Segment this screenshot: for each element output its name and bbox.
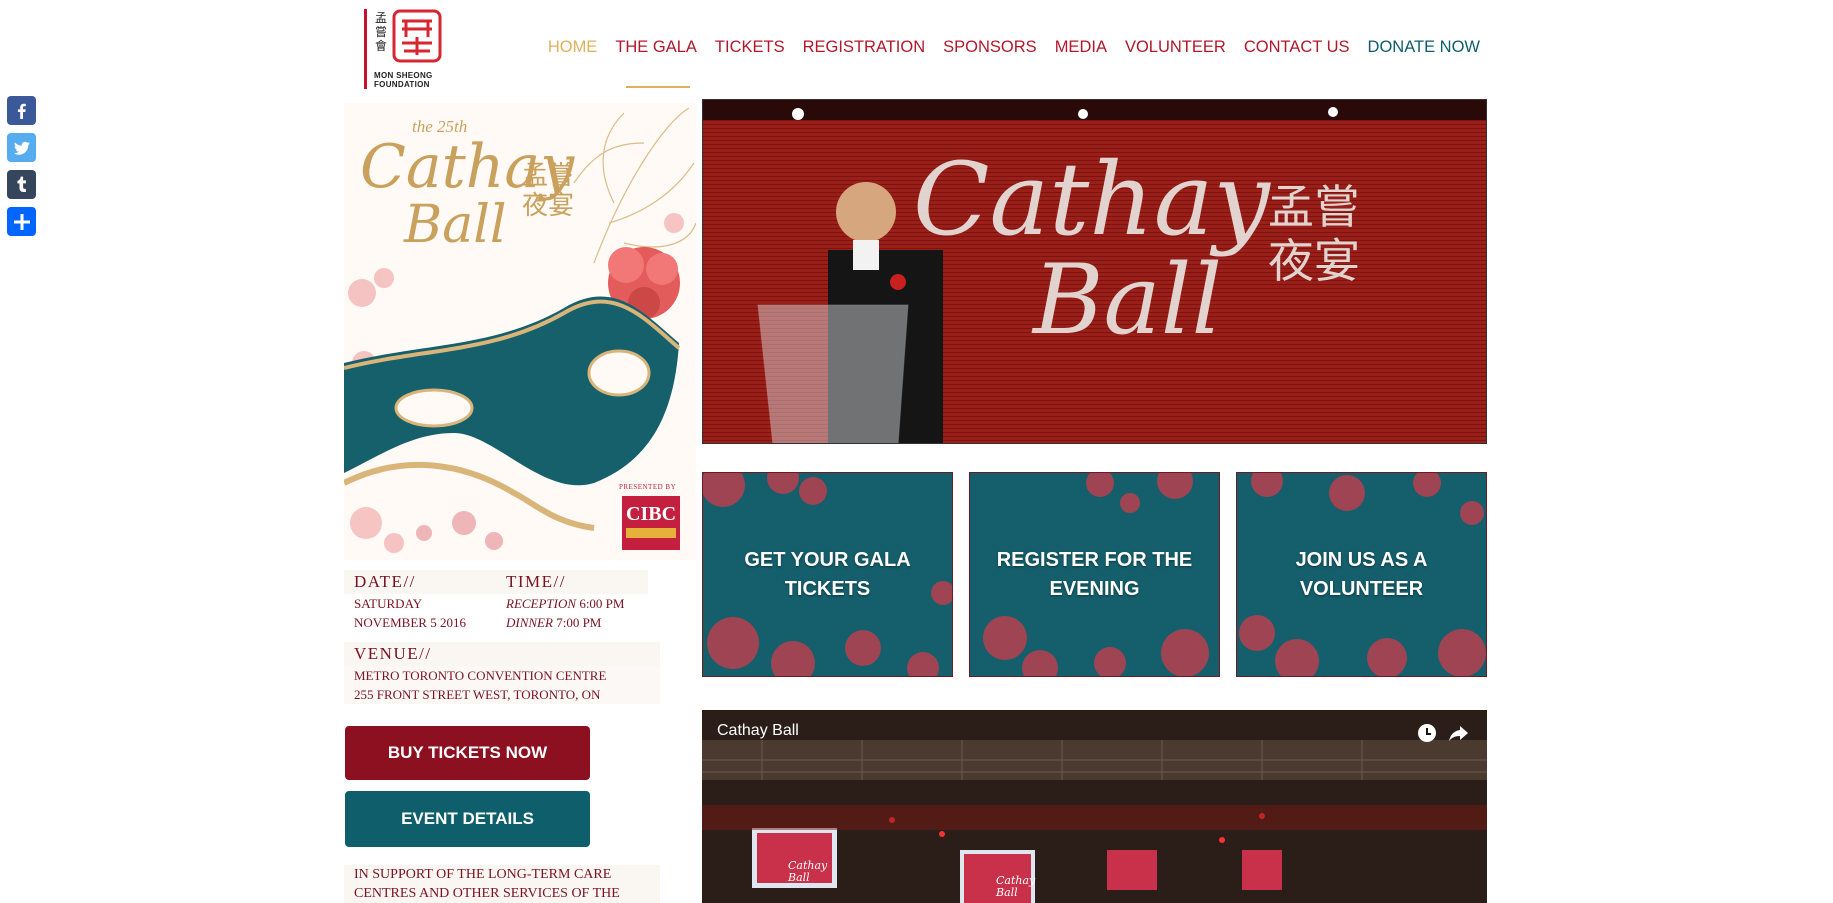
poster-title-line-2: Ball [404,195,507,255]
hero-banner: Cathay Ball 孟嘗夜宴 [702,99,1487,444]
share-arrow-icon[interactable] [1446,720,1472,746]
facebook-share-button[interactable] [7,96,36,125]
nav-media[interactable]: MEDIA [1055,38,1107,57]
venue-label: VENUE// [344,642,660,666]
nav-home[interactable]: HOME [548,38,598,57]
event-details: DATE// SATURDAY NOVEMBER 5 2016 TIME// R… [344,570,660,704]
red-seal-icon [392,9,442,63]
main-navigation: HOME THE GALA TICKETS REGISTRATION SPONS… [530,38,1480,57]
nav-registration[interactable]: REGISTRATION [803,38,926,57]
gala-tickets-tile[interactable]: GET YOUR GALA TICKETS [702,472,953,677]
nav-sponsors[interactable]: SPONSORS [943,38,1037,57]
venue-line-2: 255 FRONT STREET WEST, TORONTO, ON [354,687,601,702]
volunteer-tile[interactable]: JOIN US AS A VOLUNTEER [1236,472,1487,677]
logo-accent-bar [364,9,367,89]
active-nav-underline [626,86,690,88]
nav-contact-us[interactable]: CONTACT US [1244,38,1350,57]
watch-later-icon[interactable] [1414,720,1440,746]
dinner-time: 7:00 PM [556,615,602,630]
logo-line-2: FOUNDATION [374,80,430,89]
logo-cjk-text: 孟嘗會 [374,11,387,53]
dinner-label: DINNER [506,615,553,630]
poster-cjk-title: 孟嘗夜宴 [522,161,575,221]
tile-label: JOIN US AS A VOLUNTEER [1295,548,1428,600]
reception-time: 6:00 PM [579,596,625,611]
tumblr-share-button[interactable] [7,170,36,199]
reception-label: RECEPTION [506,596,577,611]
social-share-bar [7,96,36,244]
logo-wordmark: MON SHEONG FOUNDATION [374,71,444,89]
hero-cjk-title: 孟嘗夜宴 [1268,180,1360,288]
hero-title-line-1: Cathay [913,141,1270,258]
date-line-1: SATURDAY [354,596,423,611]
dinner-time-row: DINNER 7:00 PM [496,613,648,632]
video-title[interactable]: Cathay Ball [717,722,799,740]
tile-label: REGISTER FOR THE EVENING [996,548,1193,600]
more-share-button[interactable] [7,207,36,236]
video-screen-label-2: Cathay Ball [996,874,1036,899]
twitter-icon [13,141,30,155]
video-screen-label-1: Cathay Ball [788,859,828,884]
venue-line-1: METRO TORONTO CONVENTION CENTRE [354,668,607,683]
mon-sheong-logo[interactable]: 孟嘗會 MON SHEONG FOUNDATION [364,9,444,89]
cibc-logo: CIBC [626,503,677,525]
nav-volunteer[interactable]: VOLUNTEER [1125,38,1226,57]
event-details-button[interactable]: EVENT DETAILS [345,791,590,847]
twitter-share-button[interactable] [7,133,36,162]
reception-time-row: RECEPTION 6:00 PM [496,594,648,613]
buy-tickets-button[interactable]: BUY TICKETS NOW [345,726,590,780]
support-text: IN SUPPORT OF THE LONG-TERM CARE CENTRES… [344,865,660,903]
nav-tickets[interactable]: TICKETS [715,38,785,57]
tumblr-icon [16,176,26,192]
date-line-2: NOVEMBER 5 2016 [354,615,466,630]
nav-donate-now[interactable]: DONATE NOW [1368,38,1480,57]
video-player[interactable]: Cathay Ball Cathay Ball Cathay Ball [702,710,1487,903]
facebook-icon [17,103,26,119]
tile-label: GET YOUR GALA TICKETS [744,548,911,600]
logo-line-1: MON SHEONG [374,71,433,80]
nav-the-gala[interactable]: THE GALA [615,38,697,57]
time-label: TIME// [496,570,648,594]
cathay-ball-poster: the 25th Cathay Ball 孟嘗夜宴 PRESENTED BY C… [344,103,696,560]
date-label: DATE// [344,570,496,594]
presented-by-label: PRESENTED BY [619,483,677,491]
register-evening-tile[interactable]: REGISTER FOR THE EVENING [969,472,1220,677]
cta-tiles: GET YOUR GALA TICKETS REGISTER FOR THE E… [702,472,1487,677]
plus-icon [13,213,30,230]
hero-title-line-2: Ball [1033,244,1223,356]
